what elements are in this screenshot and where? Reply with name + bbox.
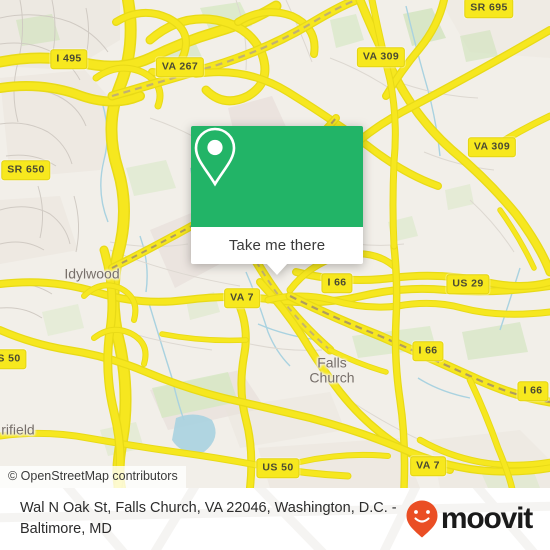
callout-header bbox=[191, 126, 363, 227]
moovit-map-screen: .res{fill:#e9e4dc} .park{fill:#d7e8c4} .… bbox=[0, 0, 550, 550]
place-label-merrifield: rifield bbox=[1, 421, 35, 438]
location-callout[interactable]: Take me there bbox=[191, 126, 363, 275]
highway-shield[interactable]: VA 7 bbox=[410, 456, 446, 476]
highway-shield[interactable]: US 50 bbox=[0, 349, 27, 369]
moovit-logo[interactable]: moovit bbox=[405, 499, 533, 539]
take-me-there-button[interactable]: Take me there bbox=[229, 237, 325, 254]
address-text: Wal N Oak St, Falls Church, VA 22046, Wa… bbox=[20, 500, 397, 537]
moovit-wordmark: moovit bbox=[440, 502, 533, 535]
highway-shield[interactable]: US 50 bbox=[256, 458, 300, 478]
map-canvas[interactable]: .res{fill:#e9e4dc} .park{fill:#d7e8c4} .… bbox=[0, 0, 550, 488]
osm-attribution[interactable]: © OpenStreetMap contributors bbox=[0, 466, 186, 488]
highway-shield[interactable]: I 495 bbox=[50, 49, 88, 69]
place-label-idylwood: Idylwood bbox=[64, 265, 120, 282]
highway-shield[interactable]: VA 309 bbox=[467, 137, 517, 157]
highway-shield[interactable]: I 66 bbox=[517, 381, 549, 401]
highway-shield[interactable]: VA 267 bbox=[155, 57, 205, 77]
place-label-falls-church: Falls Church bbox=[309, 354, 355, 385]
callout-body[interactable]: Take me there bbox=[191, 227, 363, 275]
map-pin-icon bbox=[194, 127, 236, 187]
highway-shield[interactable]: I 66 bbox=[321, 273, 353, 293]
highway-shield[interactable]: I 66 bbox=[412, 341, 444, 361]
highway-shield[interactable]: VA 7 bbox=[224, 288, 260, 308]
highway-shield[interactable]: US 29 bbox=[446, 274, 490, 294]
highway-shield[interactable]: SR 695 bbox=[464, 0, 514, 18]
moovit-pin-icon bbox=[406, 500, 438, 538]
footer-bar: Wal N Oak St, Falls Church, VA 22046, Wa… bbox=[0, 488, 550, 550]
callout-tail bbox=[266, 263, 288, 275]
highway-shield[interactable]: VA 309 bbox=[356, 47, 406, 67]
highway-shield[interactable]: SR 650 bbox=[1, 160, 51, 180]
